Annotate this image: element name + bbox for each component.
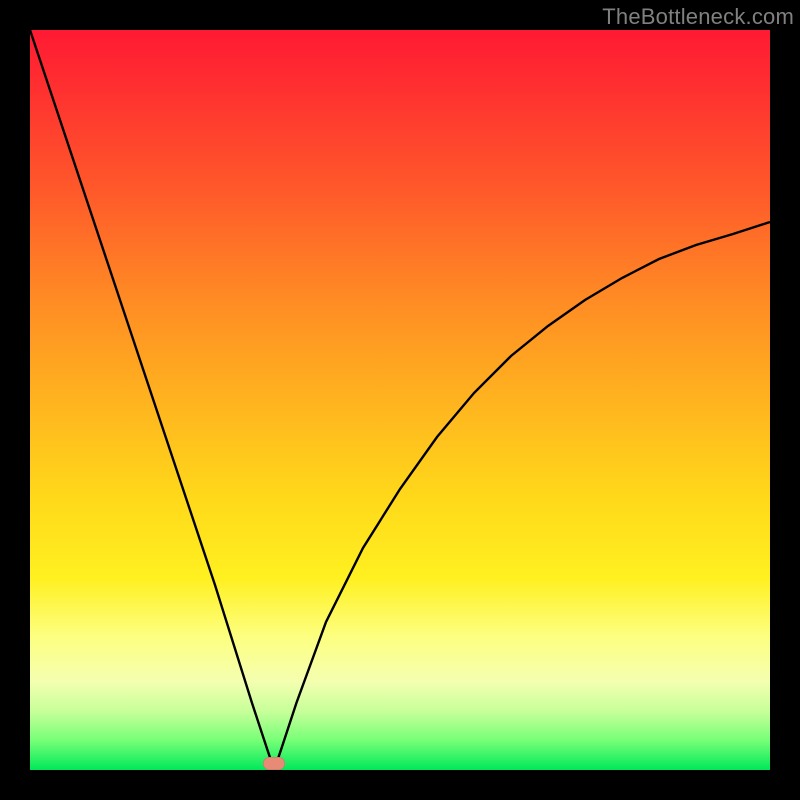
minimum-marker: [263, 757, 285, 770]
curve-layer: [30, 30, 770, 770]
watermark-text: TheBottleneck.com: [602, 4, 794, 30]
chart-frame: TheBottleneck.com: [0, 0, 800, 800]
bottleneck-curve: [30, 30, 770, 770]
